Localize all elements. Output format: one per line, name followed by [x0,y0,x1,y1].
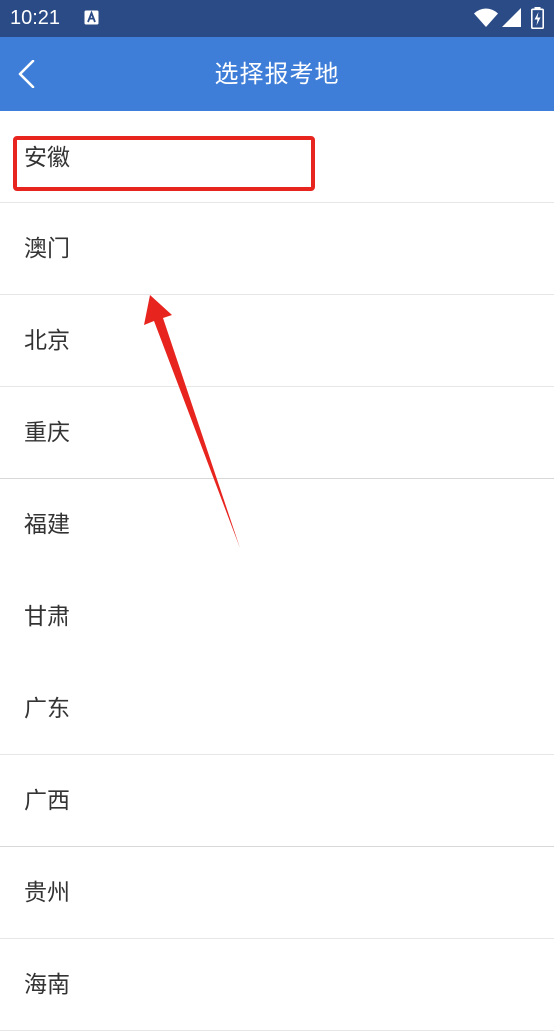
province-label: 澳门 [24,236,70,262]
province-label: 福建 [24,512,70,538]
province-item-anhui[interactable]: 安徽 [0,111,554,203]
province-list: 安徽 澳门 北京 重庆 福建 甘肃 广东 广西 贵州 海南 [0,111,554,1031]
status-time: 10:21 [10,7,61,29]
province-item-guangxi[interactable]: 广西 [0,755,554,847]
province-label: 重庆 [24,420,70,446]
province-label: 甘肃 [24,604,70,630]
province-item-guangdong[interactable]: 广东 [0,663,554,755]
province-label: 广东 [24,696,70,722]
province-item-gansu[interactable]: 甘肃 [0,571,554,663]
province-item-fujian[interactable]: 福建 [0,479,554,571]
signal-icon [502,8,522,32]
province-item-guizhou[interactable]: 贵州 [0,847,554,939]
wifi-icon [474,8,498,32]
province-label: 海南 [24,972,70,998]
province-label: 北京 [24,328,70,354]
province-item-chongqing[interactable]: 重庆 [0,387,554,479]
app-bar: 选择报考地 [0,37,554,111]
province-item-hainan[interactable]: 海南 [0,939,554,1031]
province-item-macau[interactable]: 澳门 [0,203,554,295]
province-label: 贵州 [24,880,70,906]
status-bar: 10:21 [0,0,554,37]
province-label: 安徽 [24,145,70,171]
province-label: 广西 [24,788,70,814]
province-item-beijing[interactable]: 北京 [0,295,554,387]
battery-charging-icon [531,7,544,33]
page-title: 选择报考地 [214,60,340,88]
font-a-icon [84,10,99,29]
